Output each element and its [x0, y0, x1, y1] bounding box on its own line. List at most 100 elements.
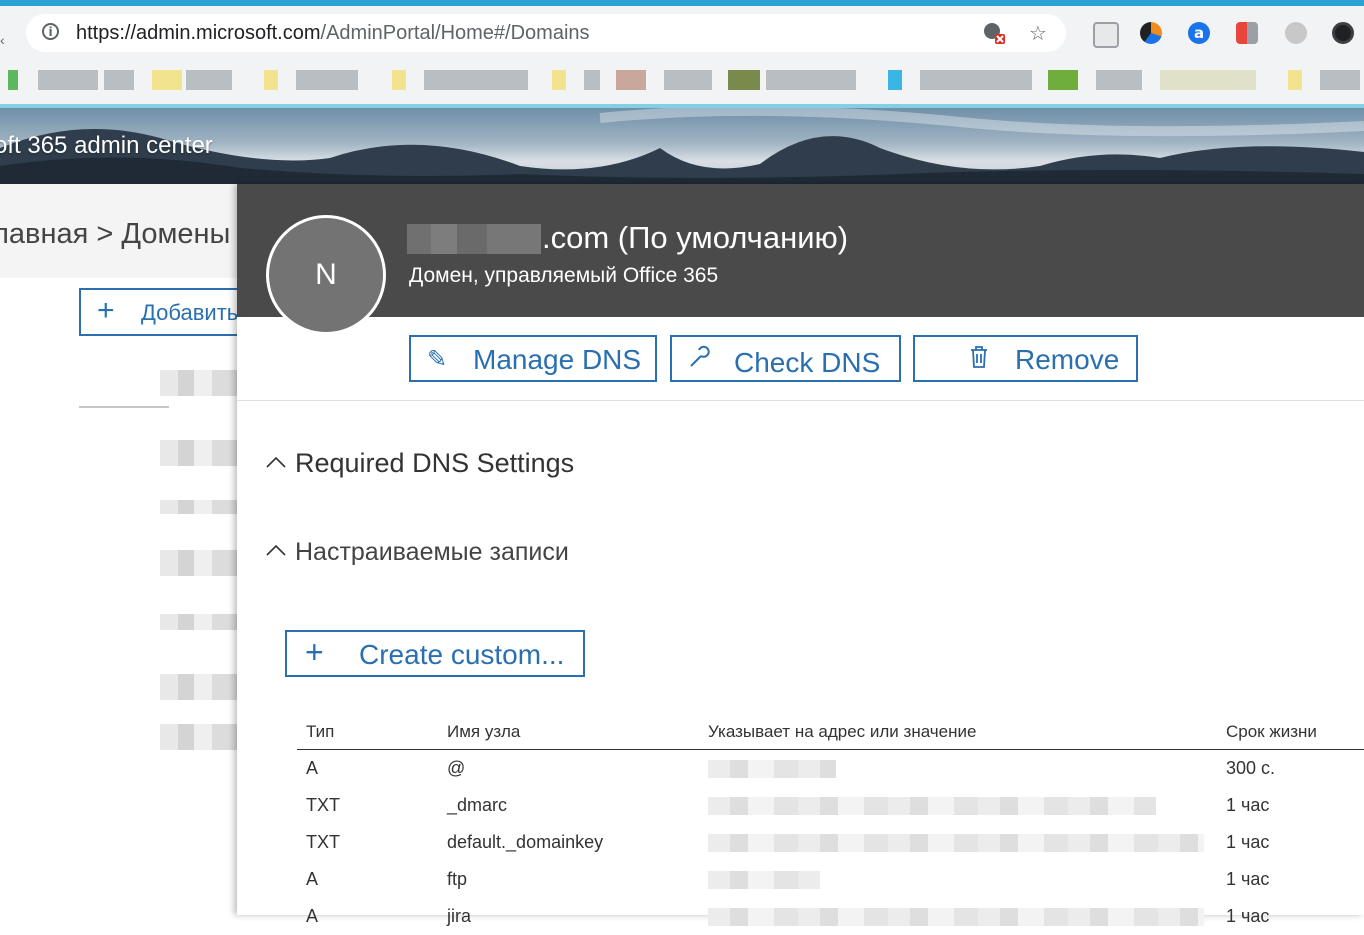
record-value-redacted — [699, 861, 1217, 898]
app-title: oft 365 admin center — [0, 132, 213, 159]
trash-icon — [969, 345, 989, 375]
column-header-type[interactable]: Тип — [297, 714, 438, 750]
domain-subtitle: Домен, управляемый Office 365 — [409, 264, 719, 287]
back-arrow-icon[interactable]: ‹ — [0, 32, 5, 48]
bookmark-item[interactable] — [392, 70, 406, 90]
url-text[interactable]: https://admin.microsoft.com/AdminPortal/… — [76, 22, 590, 45]
remove-label: Remove — [1015, 344, 1120, 375]
table-row[interactable]: A ftp 1 час — [297, 861, 1364, 898]
list-divider — [79, 406, 169, 408]
bookmark-item[interactable] — [8, 70, 18, 90]
custom-records-heading: Настраиваемые записи — [295, 538, 569, 566]
bookmark-item[interactable] — [552, 70, 566, 90]
bookmark-item[interactable] — [616, 70, 646, 90]
list-item[interactable] — [160, 614, 238, 630]
bookmark-item[interactable] — [1096, 70, 1142, 90]
table-row[interactable]: A @ 300 с. — [297, 750, 1364, 788]
record-type: TXT — [306, 795, 340, 815]
address-bar[interactable]: i https://admin.microsoft.com/AdminPorta… — [26, 14, 1066, 52]
create-custom-record-button[interactable]: + Create custom... — [285, 630, 585, 677]
column-header-value[interactable]: Указывает на адрес или значение — [699, 714, 1217, 750]
bookmark-item[interactable] — [152, 70, 182, 90]
office-extension-icon[interactable] — [1236, 22, 1258, 44]
bookmark-item[interactable] — [1160, 70, 1256, 90]
bookmark-item[interactable] — [296, 70, 358, 90]
record-ttl: 1 час — [1226, 906, 1270, 926]
required-dns-heading: Required DNS Settings — [295, 448, 575, 478]
chevron-up-icon — [266, 456, 286, 468]
table-row[interactable]: TXT default._domainkey 1 час — [297, 824, 1364, 861]
custom-records-section-toggle[interactable]: Настраиваемые записи — [265, 538, 569, 567]
record-value-redacted — [699, 787, 1217, 824]
record-host: ftp — [447, 869, 468, 889]
bookmark-item[interactable] — [728, 70, 760, 90]
domain-details-panel: .com (По умолчанию) Домен, управляемый O… — [237, 184, 1364, 927]
column-header-ttl[interactable]: Срок жизни — [1217, 714, 1364, 750]
redacted-domain-name — [407, 224, 541, 254]
blocked-content-icon[interactable] — [982, 21, 1006, 50]
extension-icon[interactable] — [1140, 22, 1162, 44]
domain-avatar: N — [266, 215, 386, 335]
breadcrumb[interactable]: лавная > Домены — [0, 218, 230, 251]
record-ttl: 1 час — [1226, 869, 1270, 889]
required-dns-section-toggle[interactable]: Required DNS Settings — [265, 448, 574, 479]
record-ttl: 1 час — [1226, 795, 1270, 815]
table-row[interactable]: TXT _dmarc 1 час — [297, 787, 1364, 824]
list-item[interactable] — [160, 724, 238, 750]
record-type: A — [306, 906, 319, 926]
check-dns-button[interactable]: Check DNS — [670, 335, 901, 382]
list-item[interactable] — [160, 550, 238, 576]
bookmark-item[interactable] — [104, 70, 134, 90]
record-host: _dmarc — [447, 795, 508, 815]
check-dns-label: Check DNS — [734, 347, 881, 378]
bookmark-item[interactable] — [264, 70, 278, 90]
bookmark-item[interactable] — [1288, 70, 1302, 90]
a-extension-icon[interactable]: a — [1188, 22, 1210, 44]
list-item[interactable] — [160, 440, 238, 466]
plus-icon: + — [97, 294, 115, 327]
table-header-row: Тип Имя узла Указывает на адрес или знач… — [297, 714, 1364, 750]
bookmark-item[interactable] — [584, 70, 600, 90]
list-item[interactable] — [160, 370, 238, 396]
wrench-icon — [688, 345, 710, 375]
bookmark-item[interactable] — [888, 70, 902, 90]
panel-separator — [237, 400, 1364, 401]
record-value-redacted — [699, 750, 1217, 788]
manage-dns-label: Manage DNS — [473, 344, 642, 375]
list-item[interactable] — [160, 674, 238, 700]
create-custom-label: Create custom... — [359, 639, 565, 670]
bookmark-item[interactable] — [424, 70, 528, 90]
manage-dns-button[interactable]: ✎ Manage DNS — [409, 335, 657, 382]
pencil-icon: ✎ — [427, 345, 448, 373]
record-host: @ — [447, 758, 466, 778]
record-value-redacted — [699, 898, 1217, 935]
bookmark-item[interactable] — [1320, 70, 1360, 90]
domain-title: .com (По умолчанию) — [542, 220, 849, 255]
breadcrumb-area: лавная > Домены — [0, 184, 240, 278]
list-item[interactable] — [160, 500, 238, 514]
record-host: jira — [447, 906, 472, 926]
bookmark-item[interactable] — [1048, 70, 1078, 90]
bookmark-item[interactable] — [766, 70, 856, 90]
bookmark-item[interactable] — [920, 70, 1032, 90]
app-banner: oft 365 admin center — [0, 108, 1364, 184]
dns-records-table: Тип Имя узла Указывает на адрес или знач… — [297, 714, 1364, 935]
record-ttl: 300 с. — [1226, 758, 1276, 778]
column-header-host[interactable]: Имя узла — [438, 714, 699, 750]
add-domain-button[interactable]: + Добавить — [79, 288, 249, 336]
table-row[interactable]: A jira 1 час — [297, 898, 1364, 935]
chevron-up-icon — [266, 544, 286, 556]
profile-avatar-icon[interactable] — [1332, 22, 1354, 44]
bookmark-item[interactable] — [664, 70, 712, 90]
remove-button[interactable]: Remove — [913, 335, 1138, 382]
bookmark-star-icon[interactable]: ☆ — [1029, 21, 1047, 45]
bookmark-item[interactable] — [186, 70, 232, 90]
ghost-extension-icon[interactable] — [1285, 22, 1307, 44]
bookmark-item[interactable] — [38, 70, 98, 90]
domains-page: лавная > Домены + Добавить — [0, 184, 249, 915]
record-value-redacted — [699, 824, 1217, 861]
record-type: A — [306, 758, 319, 778]
plus-icon: + — [305, 634, 324, 670]
site-info-icon[interactable]: i — [42, 23, 59, 40]
reader-extension-icon[interactable] — [1093, 22, 1119, 48]
